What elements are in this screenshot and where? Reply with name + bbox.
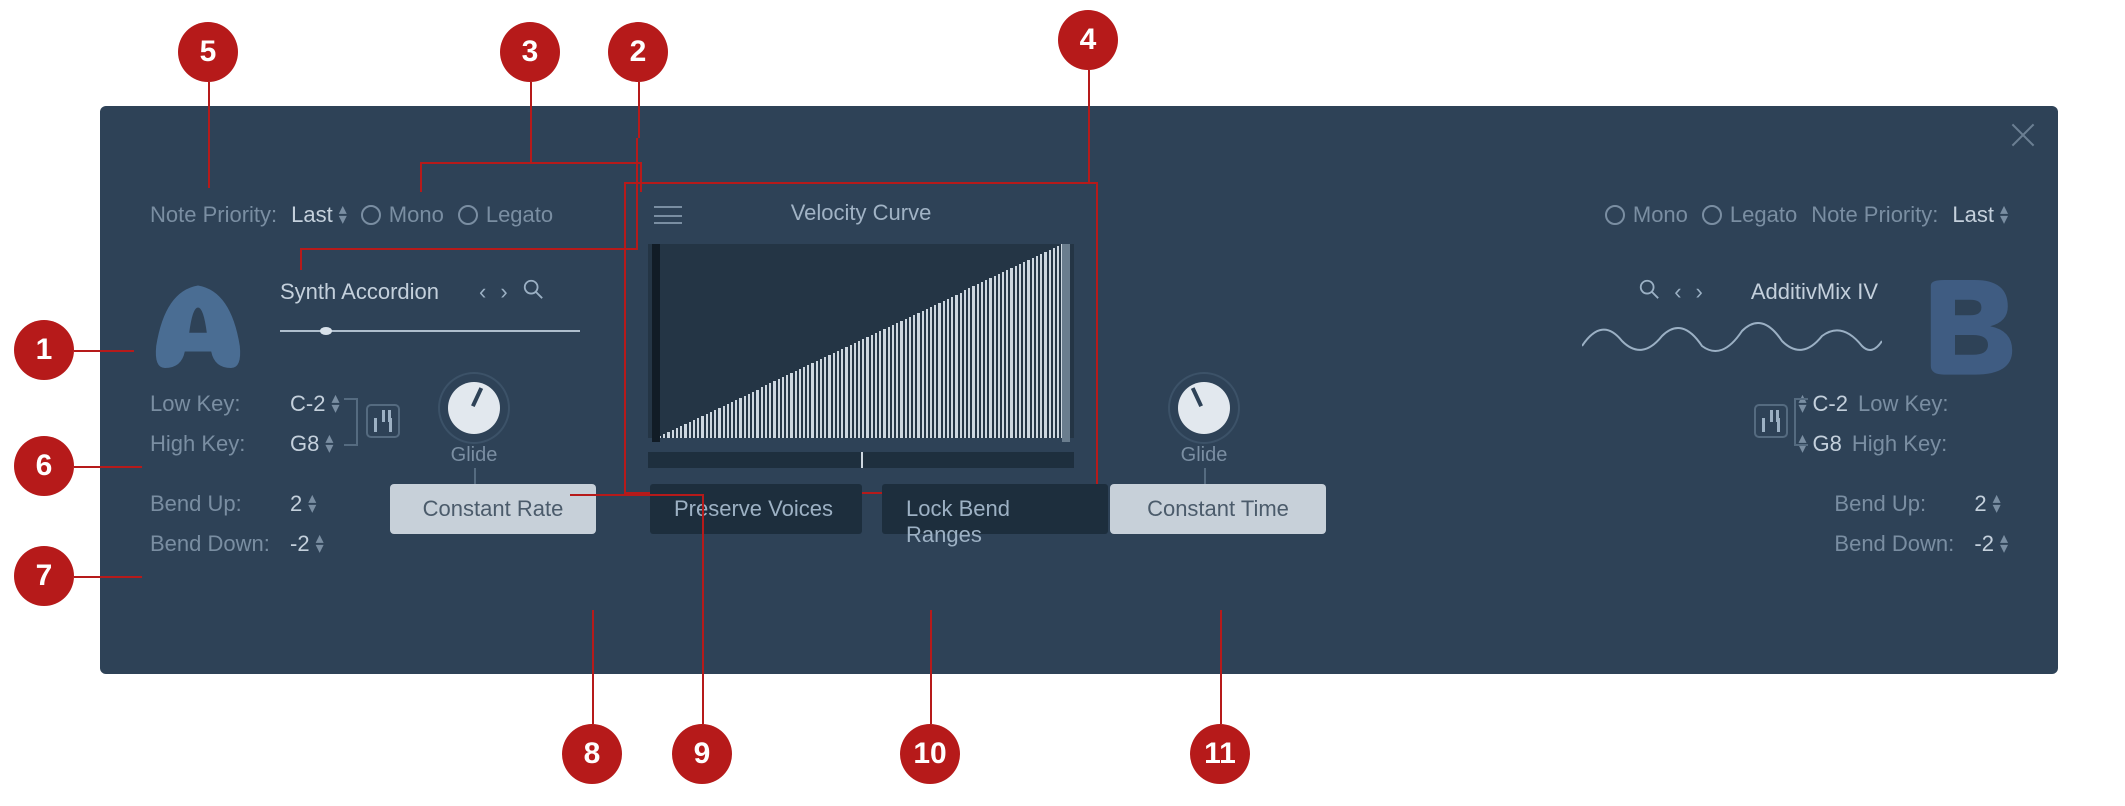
layer-a-top-row: Note Priority: Last ▴▾ Mono Legato — [150, 202, 553, 228]
callout-leader — [592, 610, 594, 724]
glide-label: Glide — [1172, 444, 1236, 467]
callout-leader — [1088, 70, 1090, 182]
glide-knob-b[interactable] — [1178, 382, 1230, 434]
callout-leader — [1220, 610, 1222, 724]
prev-preset-icon[interactable]: ‹ — [479, 279, 486, 305]
preset-picker-a: Synth Accordion ‹ › — [280, 278, 544, 306]
callout-badge: 3 — [500, 22, 560, 82]
callout-leader — [570, 494, 704, 496]
layer-a-icon — [138, 264, 258, 384]
preset-name-a[interactable]: Synth Accordion — [280, 279, 439, 305]
callout-badge: 10 — [900, 724, 960, 784]
callout-leader — [74, 576, 142, 578]
callout-leader — [300, 248, 302, 270]
callout-leader — [702, 494, 704, 724]
stepper-icon: ▴▾ — [2000, 205, 2008, 225]
callout-badge: 9 — [672, 724, 732, 784]
velocity-center-tick — [861, 452, 863, 468]
key-range-a: Low Key: C-2▴▾ High Key: G8▴▾ — [150, 384, 339, 464]
low-key-value-a[interactable]: C-2▴▾ — [290, 391, 339, 417]
callout-leader — [208, 82, 210, 188]
bend-up-value-b[interactable]: 2▴▾ — [1974, 491, 2000, 517]
note-priority-dropdown-b[interactable]: Last ▴▾ — [1952, 202, 2008, 228]
preset-picker-b: ‹ › AdditivMix IV — [1638, 278, 1878, 306]
lock-bend-ranges-button[interactable]: Lock Bend Ranges — [882, 484, 1108, 534]
callout-badge: 1 — [14, 320, 74, 380]
bend-down-value-a[interactable]: -2▴▾ — [290, 531, 324, 557]
velocity-max-slider[interactable] — [1062, 244, 1070, 442]
preset-waveform-a — [280, 330, 580, 332]
callout-badge: 4 — [1058, 10, 1118, 70]
low-key-label: Low Key: — [1858, 391, 2008, 417]
stepper-icon: ▴▾ — [339, 205, 347, 225]
next-preset-icon[interactable]: › — [500, 279, 507, 305]
layer-b-icon — [1906, 264, 2026, 384]
callout-leader — [530, 82, 532, 162]
connector-line — [474, 468, 476, 484]
callout-leader — [640, 162, 642, 192]
keyboard-icon[interactable] — [1754, 404, 1788, 438]
glide-mode-button-a[interactable]: Constant Rate — [390, 484, 596, 534]
low-key-label: Low Key: — [150, 391, 280, 417]
bend-range-b: Bend Up: 2▴▾ Bend Down: -2▴▾ — [1834, 484, 2008, 564]
glide-mode-button-b[interactable]: Constant Time — [1110, 484, 1326, 534]
connector-line — [1204, 468, 1206, 484]
prev-preset-icon[interactable]: ‹ — [1674, 279, 1681, 305]
search-icon[interactable] — [1638, 278, 1660, 306]
bend-up-label: Bend Up: — [150, 491, 280, 517]
keyboard-icon[interactable] — [366, 404, 400, 438]
callout-leader — [636, 138, 638, 250]
callout-leader — [420, 162, 422, 192]
close-icon[interactable] — [2008, 120, 2038, 150]
velocity-curve-section: Velocity Curve — [624, 182, 1098, 494]
bend-range-a: Bend Up: 2▴▾ Bend Down: -2▴▾ — [150, 484, 324, 564]
note-priority-label: Note Priority: — [150, 202, 277, 228]
velocity-curve-plot[interactable] — [648, 244, 1074, 438]
mono-radio-a[interactable]: Mono — [361, 202, 444, 228]
key-range-b: Low Key: C-2▴▾ High Key: G8▴▾ — [1799, 384, 2008, 464]
note-priority-label-b: Note Priority: — [1811, 202, 1938, 228]
legato-radio-a[interactable]: Legato — [458, 202, 553, 228]
preserve-voices-button[interactable]: Preserve Voices — [650, 484, 862, 534]
bend-up-label: Bend Up: — [1834, 491, 1964, 517]
bend-down-value-b[interactable]: -2▴▾ — [1974, 531, 2008, 557]
callout-badge: 7 — [14, 546, 74, 606]
callout-badge: 5 — [178, 22, 238, 82]
callout-badge: 2 — [608, 22, 668, 82]
search-icon[interactable] — [522, 278, 544, 306]
callout-badge: 8 — [562, 724, 622, 784]
bend-down-label: Bend Down: — [150, 531, 280, 557]
note-priority-dropdown-a[interactable]: Last ▴▾ — [291, 202, 347, 228]
next-preset-icon[interactable]: › — [1696, 279, 1703, 305]
glide-label: Glide — [448, 444, 500, 467]
callout-leader — [74, 466, 142, 468]
callout-leader — [74, 350, 134, 352]
high-key-label: High Key: — [1852, 431, 2002, 457]
layer-settings-panel: Note Priority: Last ▴▾ Mono Legato Mono … — [100, 106, 2058, 674]
preset-name-b[interactable]: AdditivMix IV — [1751, 279, 1878, 305]
glide-knob-a[interactable] — [448, 382, 500, 434]
bend-up-value-a[interactable]: 2▴▾ — [290, 491, 316, 517]
preset-waveform-b — [1582, 306, 1882, 366]
callout-badge: 11 — [1190, 724, 1250, 784]
velocity-curve-title: Velocity Curve — [626, 198, 1096, 228]
bracket-icon — [1794, 398, 1808, 446]
velocity-min-slider[interactable] — [652, 244, 660, 442]
legato-radio-b[interactable]: Legato — [1702, 202, 1797, 228]
callout-leader — [638, 82, 640, 138]
layer-b-top-row: Mono Legato Note Priority: Last ▴▾ — [1605, 202, 2008, 228]
callout-leader — [300, 248, 638, 250]
callout-leader — [420, 162, 642, 164]
callout-leader — [930, 610, 932, 724]
high-key-label: High Key: — [150, 431, 280, 457]
bracket-icon — [344, 398, 358, 446]
callout-badge: 6 — [14, 436, 74, 496]
mono-radio-b[interactable]: Mono — [1605, 202, 1688, 228]
high-key-value-a[interactable]: G8▴▾ — [290, 431, 333, 457]
bend-down-label: Bend Down: — [1834, 531, 1964, 557]
